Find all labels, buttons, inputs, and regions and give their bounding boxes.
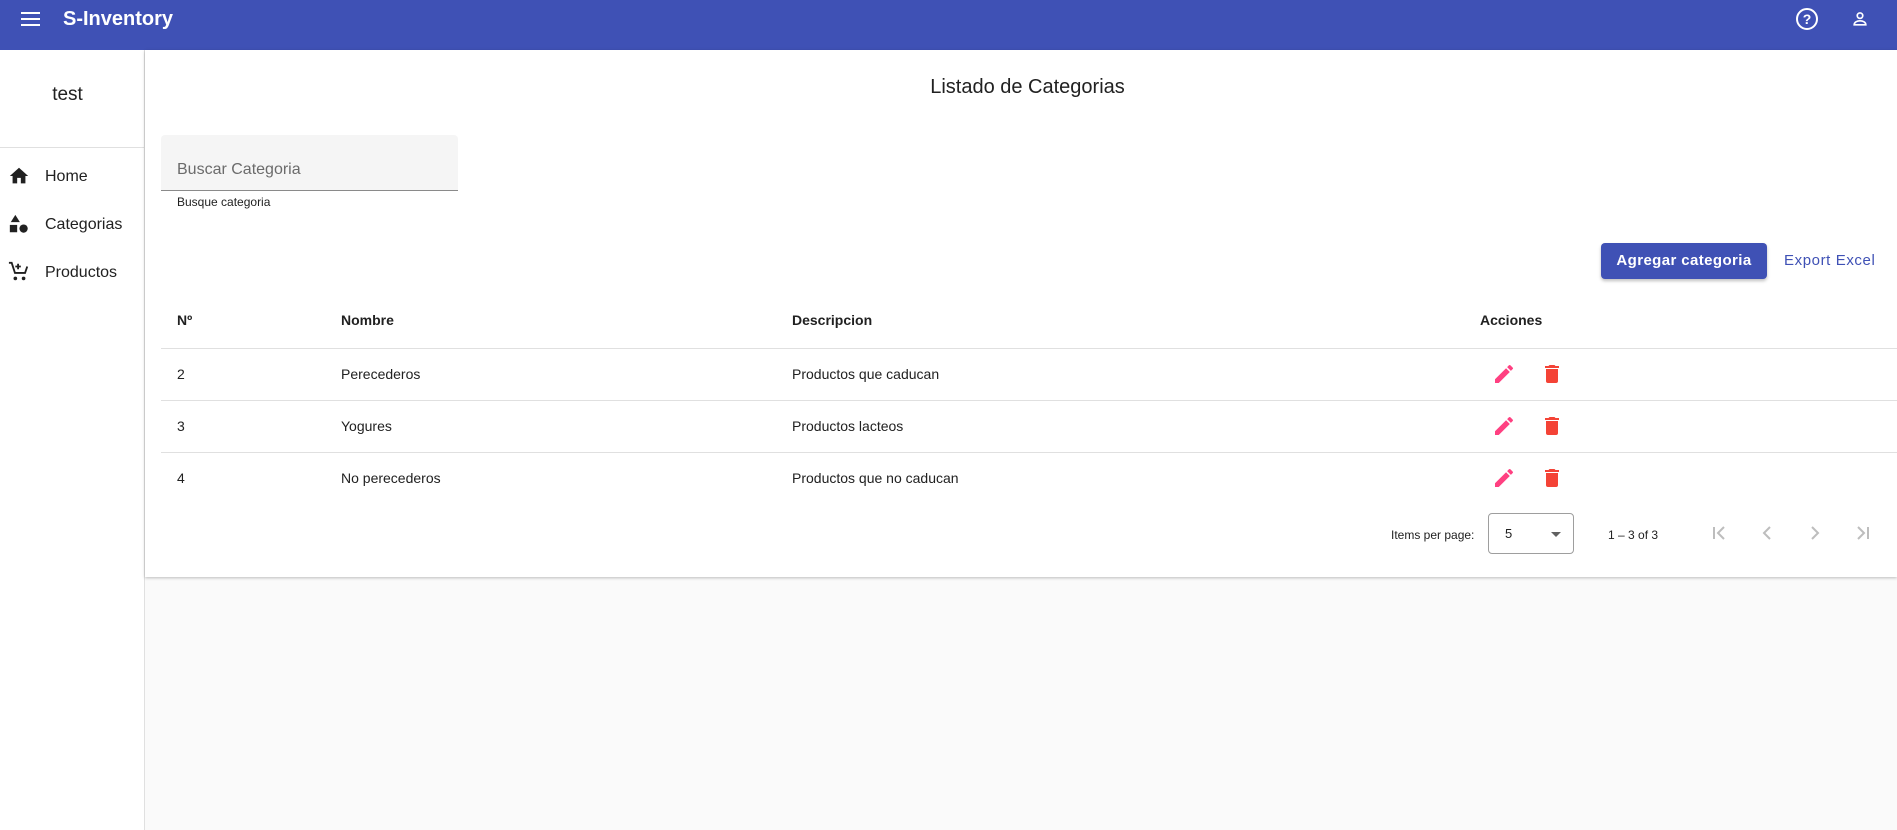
page-range-label: 1 – 3 of 3 [1608, 528, 1659, 542]
search-input[interactable] [161, 135, 458, 190]
cell-id: 2 [177, 366, 185, 382]
cell-descripcion: Productos lacteos [792, 418, 904, 434]
search-field [161, 135, 458, 191]
cell-nombre: Perecederos [341, 366, 421, 382]
page-size-value: 5 [1505, 526, 1513, 541]
home-icon [8, 165, 30, 187]
cell-nombre: Yogures [341, 418, 392, 434]
sidebar-divider [0, 147, 145, 148]
sidebar-item-label: Home [45, 168, 88, 185]
previous-page-icon[interactable] [1755, 521, 1779, 545]
delete-icon[interactable] [1540, 414, 1564, 438]
sidebar-item-home[interactable]: Home [0, 157, 145, 197]
column-header-descripcion: Descripcion [792, 312, 873, 328]
search-hint: Busque categoria [177, 195, 271, 209]
last-page-icon[interactable] [1851, 521, 1875, 545]
items-per-page-label: Items per page: [1391, 528, 1475, 542]
first-page-icon[interactable] [1707, 521, 1731, 545]
cell-nombre: No perecederos [341, 470, 441, 486]
page-title: Listado de Categorias [930, 76, 1125, 98]
sidebar: test Home Categorias Productos [0, 50, 145, 830]
table-divider [161, 452, 1897, 453]
categories-card: Listado de Categorias Busque categoria A… [145, 50, 1897, 577]
page-size-select[interactable]: 5 [1488, 513, 1574, 554]
delete-icon[interactable] [1540, 466, 1564, 490]
app-title: S-Inventory [63, 8, 174, 30]
column-header-nombre: Nombre [341, 312, 394, 328]
table-divider [161, 400, 1897, 401]
sidebar-item-productos[interactable]: Productos [0, 253, 145, 293]
column-header-id: Nº [177, 312, 193, 328]
cell-id: 4 [177, 470, 185, 486]
sidebar-user-name: test [52, 84, 83, 105]
sidebar-item-label: Productos [45, 264, 118, 281]
export-excel-button[interactable]: Export Excel [1778, 243, 1881, 279]
top-toolbar: S-Inventory ? [0, 0, 1897, 50]
add-category-button[interactable]: Agregar categoria [1601, 243, 1767, 279]
edit-icon[interactable] [1492, 362, 1516, 386]
table-divider [161, 348, 1897, 349]
edit-icon[interactable] [1492, 414, 1516, 438]
help-icon[interactable]: ? [1796, 8, 1818, 30]
column-header-acciones: Acciones [1480, 312, 1543, 328]
sidebar-item-categorias[interactable]: Categorias [0, 205, 145, 245]
edit-icon[interactable] [1492, 466, 1516, 490]
delete-icon[interactable] [1540, 362, 1564, 386]
category-icon [8, 213, 30, 235]
cell-descripcion: Productos que no caducan [792, 470, 959, 486]
cell-descripcion: Productos que caducan [792, 366, 940, 382]
sidebar-item-label: Categorias [45, 216, 123, 233]
account-icon[interactable] [1850, 9, 1870, 29]
menu-icon[interactable] [17, 8, 45, 30]
next-page-icon[interactable] [1803, 521, 1827, 545]
chevron-down-icon [1551, 532, 1561, 537]
cell-id: 3 [177, 418, 185, 434]
cart-icon [8, 261, 30, 283]
